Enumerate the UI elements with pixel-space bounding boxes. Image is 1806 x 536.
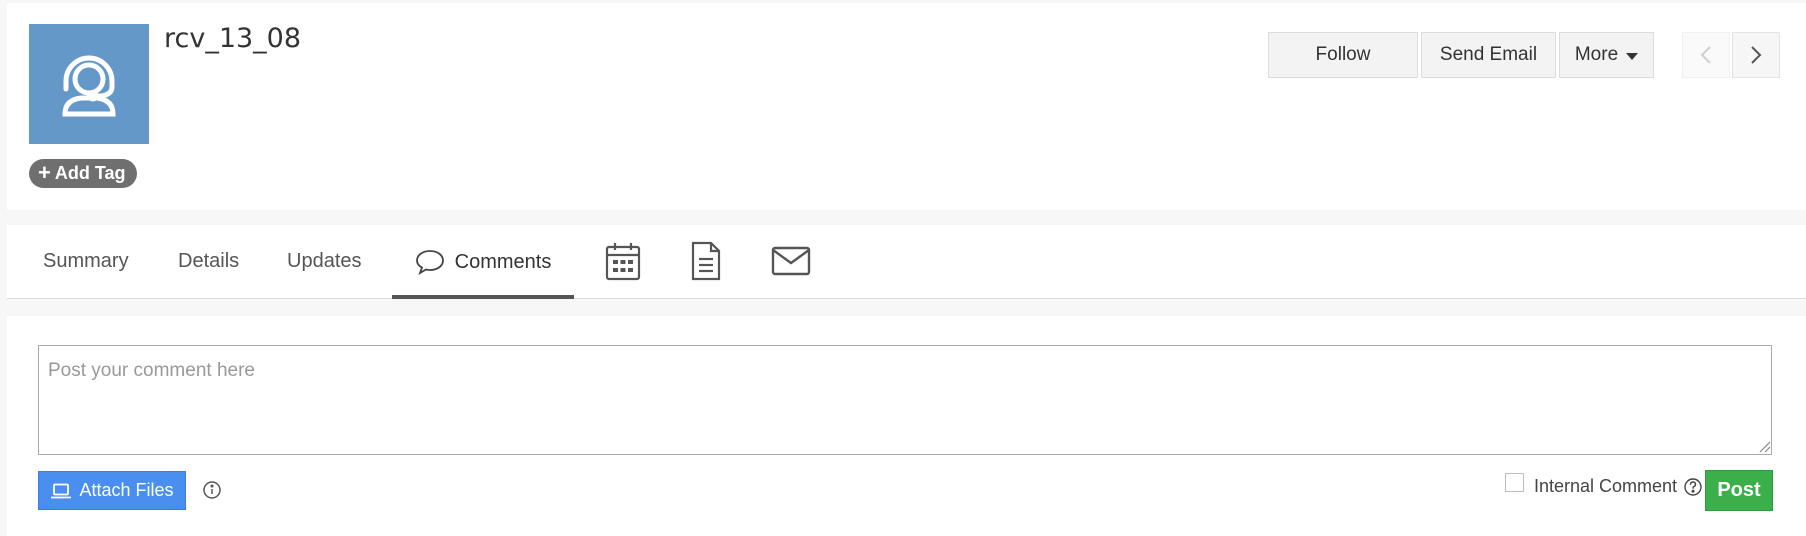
info-icon[interactable] — [199, 477, 225, 503]
add-tag-label: Add Tag — [54, 163, 126, 183]
tab-documents[interactable] — [682, 237, 730, 285]
send-email-button[interactable]: Send Email — [1421, 32, 1556, 78]
comment-panel: Attach Files Internal Comment Post — [7, 316, 1806, 536]
laptop-icon — [51, 483, 72, 498]
headset-agent-icon — [62, 55, 116, 117]
internal-comment-checkbox[interactable] — [1505, 473, 1524, 492]
add-tag-button[interactable]: + Add Tag — [29, 159, 137, 188]
tab-comments[interactable]: Comments — [392, 225, 574, 299]
chevron-right-icon — [1751, 46, 1762, 64]
record-tabs: Summary Details Updates Comments — [7, 225, 1806, 299]
attach-files-label: Attach Files — [79, 480, 174, 500]
tab-calendar[interactable] — [599, 237, 647, 285]
attach-files-button[interactable]: Attach Files — [38, 471, 186, 510]
follow-button[interactable]: Follow — [1268, 32, 1418, 78]
document-icon — [691, 241, 721, 281]
comment-input[interactable] — [38, 345, 1772, 455]
record-avatar — [29, 24, 149, 144]
mail-icon — [771, 246, 811, 276]
more-button[interactable]: More — [1559, 32, 1654, 78]
record-header: rcv_13_08 + Add Tag Follow Send Email Mo… — [7, 3, 1806, 210]
caret-down-icon — [1626, 53, 1639, 60]
tab-updates[interactable]: Updates — [287, 225, 362, 298]
internal-comment-option: Internal Comment — [1505, 473, 1703, 497]
help-icon[interactable] — [1683, 477, 1703, 497]
tab-email[interactable] — [767, 237, 815, 285]
resize-grip-icon[interactable] — [1758, 440, 1771, 453]
post-button[interactable]: Post — [1705, 470, 1773, 511]
comment-bubble-icon — [415, 250, 444, 275]
internal-comment-label: Internal Comment — [1534, 476, 1678, 496]
previous-record-button[interactable] — [1682, 32, 1730, 78]
more-label: More — [1574, 44, 1619, 65]
tab-comments-label: Comments — [454, 250, 552, 273]
next-record-button[interactable] — [1732, 32, 1780, 78]
calendar-icon — [605, 243, 641, 281]
plus-icon: + — [38, 159, 51, 185]
tab-summary[interactable]: Summary — [43, 225, 129, 298]
record-title: rcv_13_08 — [164, 23, 302, 54]
tab-details[interactable]: Details — [178, 225, 239, 298]
chevron-left-icon — [1700, 46, 1711, 64]
